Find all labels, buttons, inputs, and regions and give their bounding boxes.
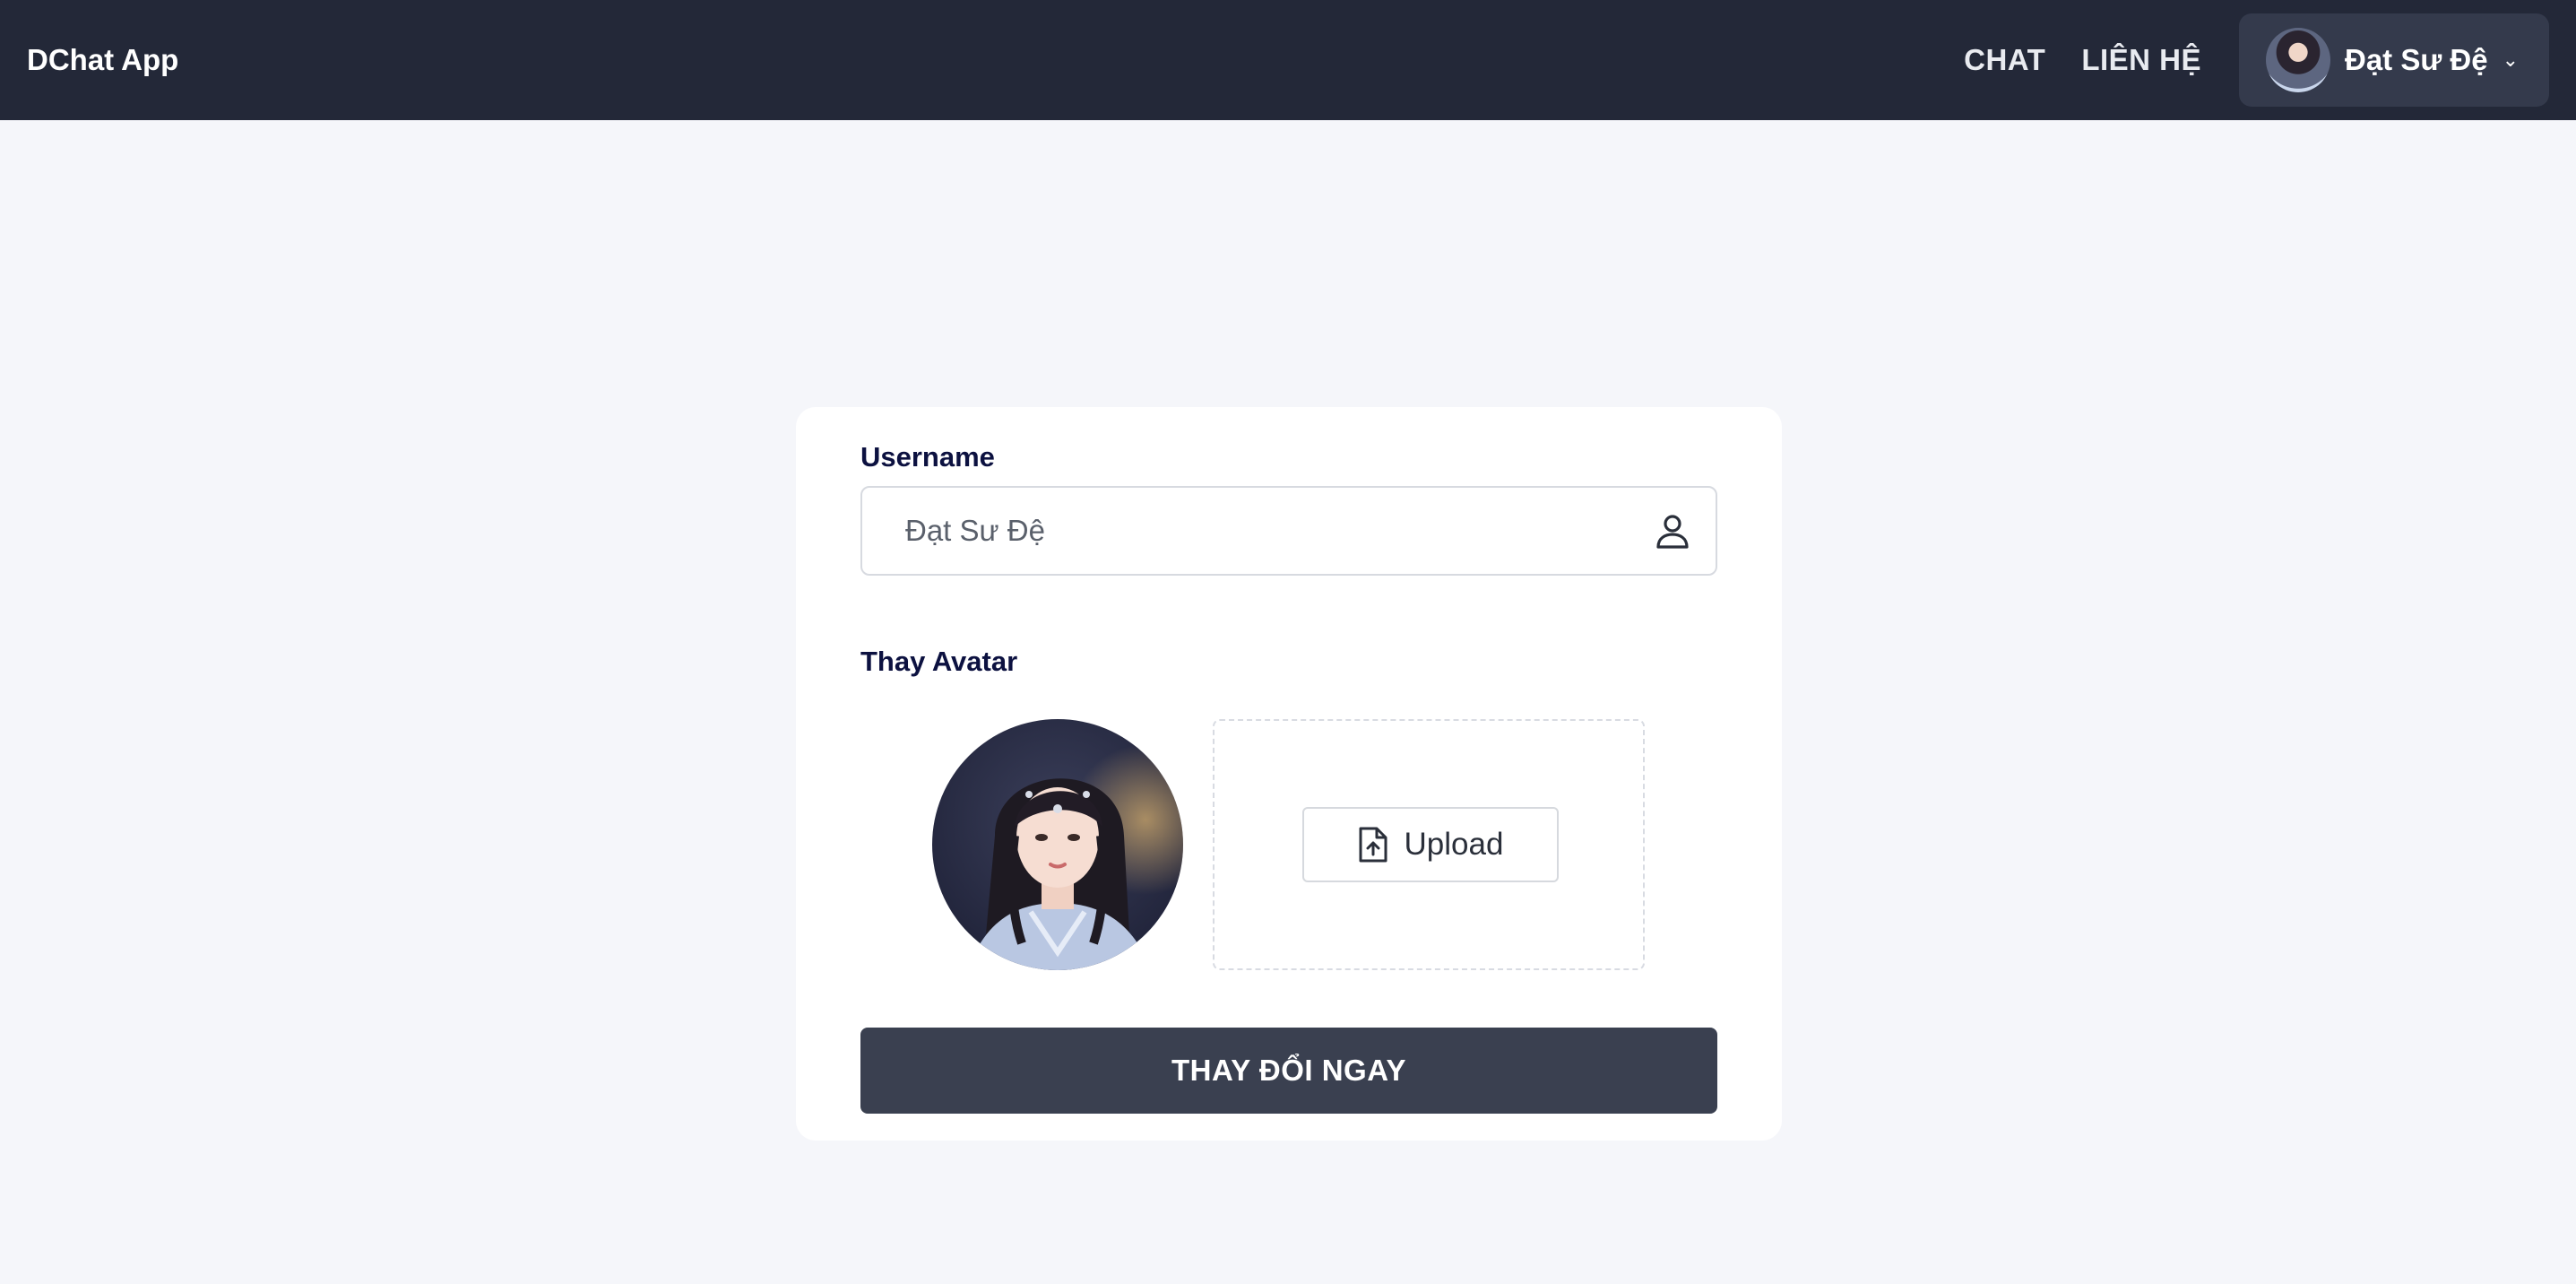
profile-form-card: Username Thay Avatar [796,407,1782,1141]
app-brand[interactable]: DChat App [27,43,178,77]
avatar-preview [932,719,1183,970]
file-upload-icon [1359,827,1387,863]
top-navbar: DChat App CHAT LIÊN HỆ Đạt Sư Đệ ⌄ [0,0,2576,120]
submit-change-button[interactable]: THAY ĐỔI NGAY [860,1028,1717,1114]
nav-link-chat[interactable]: CHAT [1964,43,2045,77]
user-menu-button[interactable]: Đạt Sư Đệ ⌄ [2239,13,2549,107]
avatar-dropzone[interactable]: Upload [1213,719,1645,970]
user-avatar [2266,28,2330,92]
submit-label: THAY ĐỔI NGAY [1171,1054,1407,1087]
upload-label: Upload [1404,827,1504,862]
user-icon [1656,515,1689,549]
username-input[interactable] [860,486,1717,576]
user-name: Đạt Sư Đệ [2345,43,2488,76]
chevron-down-icon: ⌄ [2502,48,2520,71]
nav-menu: CHAT LIÊN HỆ Đạt Sư Đệ ⌄ [1964,0,2549,120]
nav-link-contact[interactable]: LIÊN HỆ [2081,43,2201,77]
username-label: Username [860,441,995,473]
upload-button[interactable]: Upload [1302,807,1559,882]
avatar-label: Thay Avatar [860,646,1018,677]
